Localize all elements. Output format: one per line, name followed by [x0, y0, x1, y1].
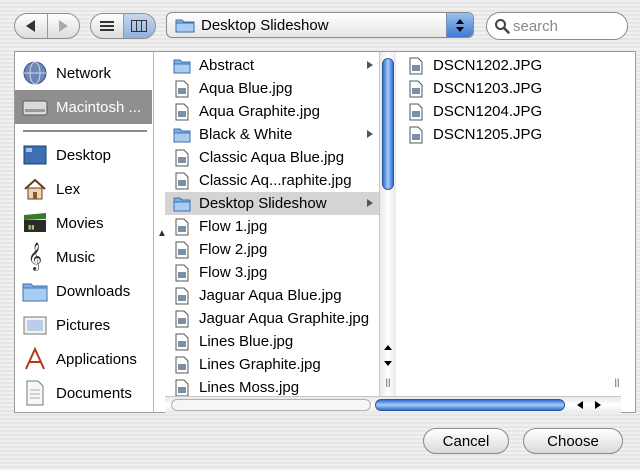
column-view-icon — [131, 20, 148, 32]
list-item[interactable]: DSCN1202.JPG — [399, 54, 595, 77]
sidebar-item-lex[interactable]: Lex — [15, 172, 152, 206]
back-arrow-icon — [26, 20, 36, 32]
sidebar-item-music[interactable]: 𝄞 Music — [15, 240, 152, 274]
list-item[interactable]: Flow 1.jpg — [165, 215, 379, 238]
scroll-right-button[interactable] — [591, 398, 605, 412]
image-file-icon — [175, 287, 189, 304]
list-view-icon — [99, 21, 114, 31]
column-resize-handle[interactable]: || — [609, 376, 625, 388]
list-item[interactable]: Classic Aqua Blue.jpg — [165, 146, 379, 169]
list-item[interactable]: Flow 2.jpg — [165, 238, 379, 261]
scroll-thumb[interactable] — [375, 399, 565, 411]
disclosure-arrow-icon — [367, 199, 373, 207]
location-label: Desktop Slideshow — [201, 16, 329, 34]
column-1: Abstract Aqua Blue.jpg Aqua Graphite.jpg… — [165, 52, 380, 396]
image-file-icon — [175, 333, 189, 350]
image-file-icon — [175, 172, 189, 189]
file-browser: Network Macintosh ... Desktop Lex ▮▮ Mov — [14, 51, 636, 413]
list-item[interactable]: Lines Moss.jpg — [165, 376, 379, 396]
list-item-abstract[interactable]: Abstract — [165, 54, 379, 77]
location-popup[interactable]: Desktop Slideshow — [166, 12, 474, 38]
applications-icon — [21, 345, 49, 373]
column-resize-handle[interactable]: || — [380, 376, 396, 388]
search-icon — [495, 19, 510, 34]
image-file-icon — [175, 218, 189, 235]
horizontal-scrollbar[interactable] — [165, 396, 621, 413]
sidebar-item-pictures[interactable]: Pictures — [15, 308, 152, 342]
column-view-button[interactable] — [122, 14, 155, 38]
home-icon — [21, 175, 49, 203]
image-file-icon — [175, 264, 189, 281]
documents-icon — [21, 379, 49, 407]
scroll-left-button[interactable] — [573, 398, 587, 412]
back-forward-group — [14, 13, 80, 39]
scroll-up-button[interactable] — [380, 340, 396, 354]
choose-button[interactable]: Choose — [523, 428, 623, 454]
disclosure-arrow-icon — [367, 130, 373, 138]
list-item[interactable]: Lines Graphite.jpg — [165, 353, 379, 376]
scroll-track[interactable] — [171, 399, 371, 411]
list-item[interactable]: Jaguar Aqua Blue.jpg — [165, 284, 379, 307]
list-item-black-white[interactable]: Black & White — [165, 123, 379, 146]
sidebar: Network Macintosh ... Desktop Lex ▮▮ Mov — [15, 52, 154, 412]
list-item[interactable]: DSCN1203.JPG — [399, 77, 595, 100]
folder-icon — [173, 197, 191, 211]
image-file-icon — [175, 80, 189, 97]
list-item[interactable]: DSCN1204.JPG — [399, 100, 595, 123]
disclosure-arrow-icon — [367, 61, 373, 69]
view-mode-group — [90, 13, 156, 39]
search-field[interactable] — [486, 12, 628, 40]
music-note-icon: 𝄞 — [27, 243, 43, 270]
list-item-desktop-slideshow[interactable]: Desktop Slideshow — [165, 192, 379, 215]
scroll-down-button[interactable] — [380, 356, 396, 370]
list-item[interactable]: DSCN1205.JPG — [399, 123, 595, 146]
folder-icon — [173, 59, 191, 73]
forward-arrow-icon — [58, 20, 68, 32]
list-item[interactable]: Flow 3.jpg — [165, 261, 379, 284]
sidebar-divider — [23, 130, 147, 132]
list-item[interactable]: Jaguar Aqua Graphite.jpg — [165, 307, 379, 330]
desktop-icon — [21, 141, 49, 169]
back-button[interactable] — [15, 14, 47, 38]
forward-button[interactable] — [46, 14, 80, 38]
popup-stepper-icon — [446, 13, 473, 37]
network-globe-icon — [21, 59, 49, 87]
image-file-icon — [175, 379, 189, 396]
sidebar-item-macintosh[interactable]: Macintosh ... — [15, 90, 152, 124]
pictures-icon — [21, 311, 49, 339]
search-input[interactable] — [513, 17, 617, 35]
image-file-icon — [409, 80, 423, 97]
image-file-icon — [175, 310, 189, 327]
sidebar-item-documents[interactable]: Documents — [15, 376, 152, 410]
image-file-icon — [409, 57, 423, 74]
image-file-icon — [175, 149, 189, 166]
image-file-icon — [409, 126, 423, 143]
sidebar-item-network[interactable]: Network — [15, 56, 152, 90]
image-file-icon — [175, 241, 189, 258]
sidebar-item-desktop[interactable]: Desktop — [15, 138, 152, 172]
column-2: DSCN1202.JPG DSCN1203.JPG DSCN1204.JPG D… — [399, 52, 595, 396]
image-file-icon — [409, 103, 423, 120]
list-item[interactable]: Aqua Blue.jpg — [165, 77, 379, 100]
list-item[interactable]: Classic Aq...raphite.jpg — [165, 169, 379, 192]
svg-text:▮▮: ▮▮ — [28, 224, 35, 231]
downloads-folder-icon — [21, 277, 49, 305]
list-item[interactable]: Lines Blue.jpg — [165, 330, 379, 353]
sidebar-item-downloads[interactable]: Downloads — [15, 274, 152, 308]
scroll-thumb[interactable] — [382, 58, 394, 190]
sidebar-item-movies[interactable]: ▮▮ Movies — [15, 206, 152, 240]
column-1-scrollbar[interactable]: || — [379, 52, 396, 396]
folder-icon — [175, 19, 195, 33]
hard-drive-icon — [21, 93, 49, 121]
image-file-icon — [175, 103, 189, 120]
sidebar-item-applications[interactable]: Applications — [15, 342, 152, 376]
cancel-button[interactable]: Cancel — [423, 428, 509, 454]
clapperboard-icon: ▮▮ — [21, 209, 49, 237]
image-file-icon — [175, 356, 189, 373]
folder-icon — [173, 128, 191, 142]
list-item[interactable]: Aqua Graphite.jpg — [165, 100, 379, 123]
list-view-button[interactable] — [91, 14, 123, 38]
